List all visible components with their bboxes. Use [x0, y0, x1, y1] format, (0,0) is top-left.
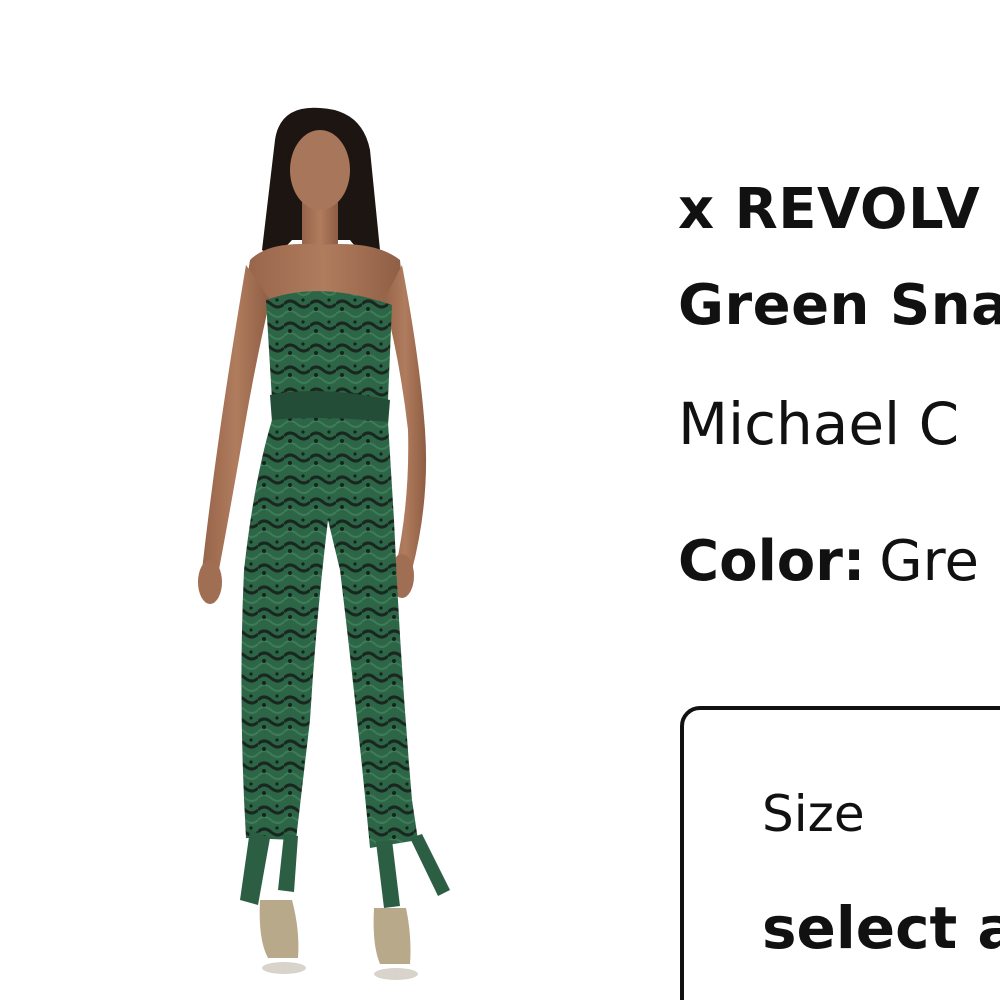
color-label: Color:: [678, 529, 866, 594]
size-label: Size: [762, 785, 865, 843]
product-page: x REVOLV Green Sna Michael C Color: Gre S…: [0, 0, 1000, 1000]
size-select[interactable]: Size select a: [680, 706, 1000, 1000]
product-title-line-2: Green Sna: [678, 273, 1000, 338]
size-value: select a: [762, 894, 1000, 962]
product-title-line-1: x REVOLV: [678, 177, 981, 242]
brand-name[interactable]: Michael C: [678, 392, 959, 456]
product-image[interactable]: [180, 100, 480, 990]
color-row: Color: Gre: [678, 530, 979, 594]
color-value: Gre: [879, 529, 979, 594]
model-photo: [198, 107, 450, 980]
product-info: x REVOLV Green Sna Michael C Color: Gre S…: [678, 0, 1000, 1000]
